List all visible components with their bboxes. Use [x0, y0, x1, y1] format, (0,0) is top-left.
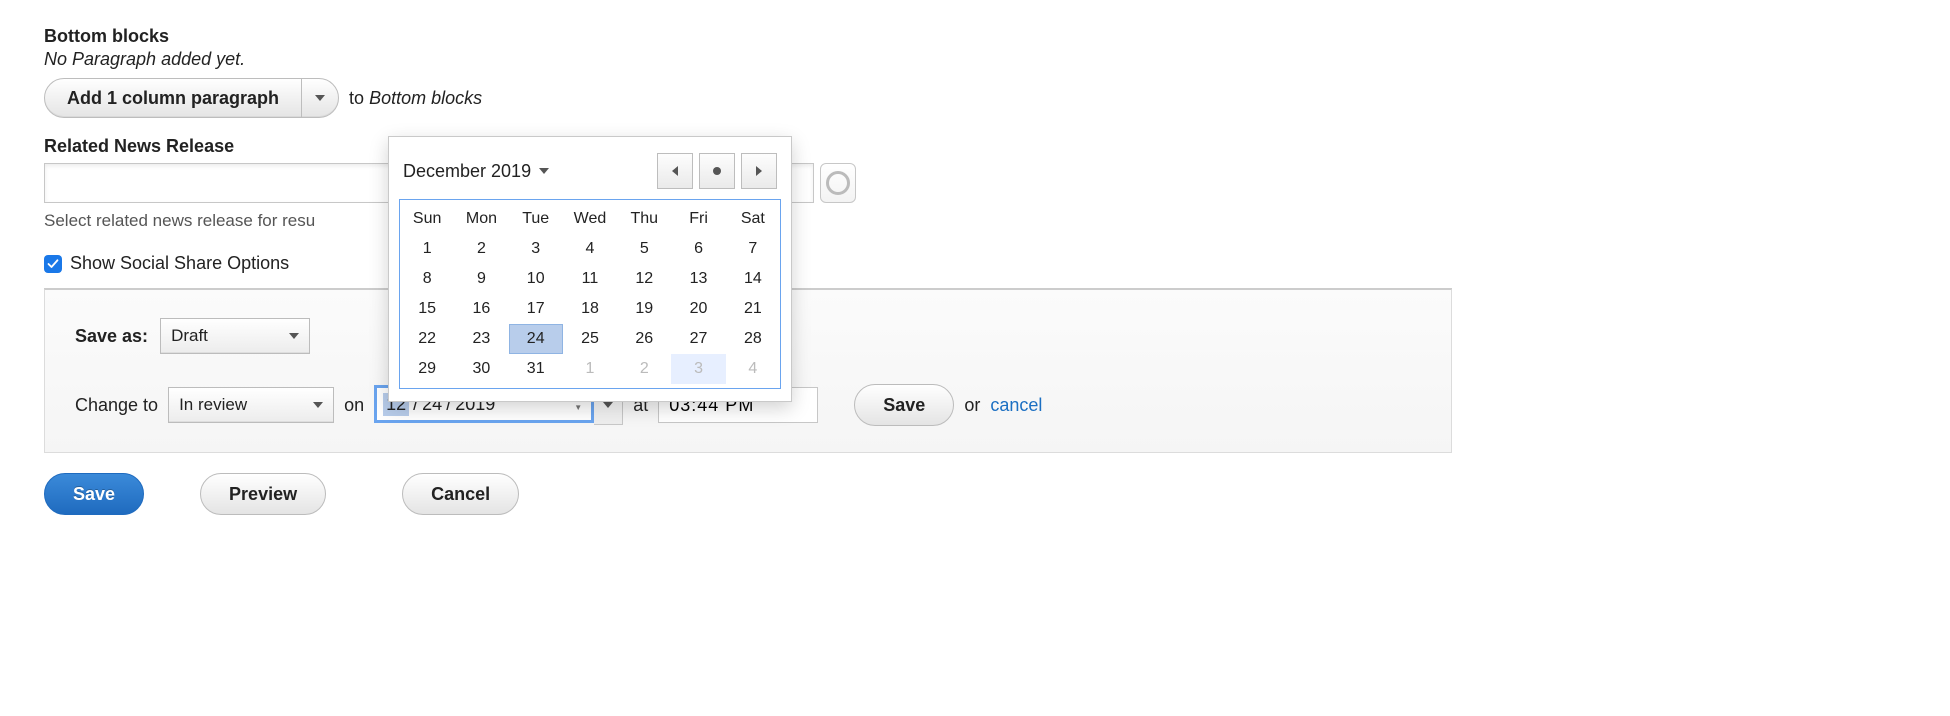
- datepicker-day-cell[interactable]: 4: [563, 234, 617, 264]
- datepicker-weekday-header: Fri: [671, 204, 725, 234]
- add-paragraph-button[interactable]: Add 1 column paragraph: [45, 79, 302, 117]
- datepicker-day-cell[interactable]: 20: [671, 294, 725, 324]
- related-news-release-help: Select related news release for resu: [44, 211, 1950, 231]
- datepicker-day-cell[interactable]: 31: [509, 354, 563, 384]
- datepicker-weekday-header: Wed: [563, 204, 617, 234]
- datepicker-day-cell[interactable]: 15: [400, 294, 454, 324]
- chevron-right-icon: [756, 166, 762, 176]
- save-as-value: Draft: [171, 326, 208, 346]
- datepicker-day-cell[interactable]: 18: [563, 294, 617, 324]
- datepicker-day-cell[interactable]: 1: [400, 234, 454, 264]
- caret-down-icon: [603, 402, 613, 408]
- datepicker-day-cell[interactable]: 30: [454, 354, 508, 384]
- datepicker-day-cell[interactable]: 14: [726, 264, 780, 294]
- datepicker-day-cell[interactable]: 4: [726, 354, 780, 384]
- datepicker-day-cell[interactable]: 28: [726, 324, 780, 354]
- datepicker-day-cell[interactable]: 2: [454, 234, 508, 264]
- datepicker-next-button[interactable]: [741, 153, 777, 189]
- add-paragraph-dropdown-toggle[interactable]: [302, 79, 338, 117]
- datepicker-day-cell[interactable]: 22: [400, 324, 454, 354]
- caret-down-icon: [539, 168, 549, 174]
- datepicker-day-cell[interactable]: 29: [400, 354, 454, 384]
- add-paragraph-split-button[interactable]: Add 1 column paragraph: [44, 78, 339, 118]
- datepicker-day-cell[interactable]: 24: [509, 324, 563, 354]
- datepicker-weekday-header: Mon: [454, 204, 508, 234]
- add-paragraph-target-text: to Bottom blocks: [349, 88, 482, 109]
- datepicker-day-cell[interactable]: 11: [563, 264, 617, 294]
- datepicker-day-cell[interactable]: 5: [617, 234, 671, 264]
- datepicker-weekday-header: Sun: [400, 204, 454, 234]
- bottom-blocks-empty-text: No Paragraph added yet.: [44, 49, 1950, 70]
- chevron-left-icon: [672, 166, 678, 176]
- datepicker-day-cell[interactable]: 12: [617, 264, 671, 294]
- caret-down-icon: [289, 333, 299, 339]
- datepicker-day-cell[interactable]: 3: [509, 234, 563, 264]
- change-to-select[interactable]: In review: [168, 387, 334, 423]
- datepicker-prev-button[interactable]: [657, 153, 693, 189]
- preview-button[interactable]: Preview: [200, 473, 326, 515]
- dot-icon: [713, 167, 721, 175]
- spinner-icon: [826, 171, 850, 195]
- cancel-button[interactable]: Cancel: [402, 473, 519, 515]
- save-button[interactable]: Save: [44, 473, 144, 515]
- datepicker-today-button[interactable]: [699, 153, 735, 189]
- checkmark-icon: [47, 258, 59, 270]
- datepicker-day-cell[interactable]: 1: [563, 354, 617, 384]
- datepicker-day-cell[interactable]: 8: [400, 264, 454, 294]
- on-label: on: [344, 395, 364, 416]
- schedule-cancel-link[interactable]: cancel: [990, 395, 1042, 416]
- bottom-blocks-heading: Bottom blocks: [44, 26, 1950, 47]
- datepicker-day-cell[interactable]: 19: [617, 294, 671, 324]
- schedule-save-button[interactable]: Save: [854, 384, 954, 426]
- related-news-release-heading: Related News Release: [44, 136, 1950, 157]
- datepicker-day-cell[interactable]: 27: [671, 324, 725, 354]
- datepicker-day-cell[interactable]: 9: [454, 264, 508, 294]
- caret-down-icon: [313, 402, 323, 408]
- datepicker-title: December 2019: [403, 161, 531, 182]
- datepicker-day-cell[interactable]: 26: [617, 324, 671, 354]
- datepicker-day-cell[interactable]: 16: [454, 294, 508, 324]
- datepicker-day-cell[interactable]: 21: [726, 294, 780, 324]
- datepicker-day-cell[interactable]: 17: [509, 294, 563, 324]
- datepicker-day-cell[interactable]: 2: [617, 354, 671, 384]
- datepicker-popup: December 2019 SunMonTueWedThuFriSat 1234…: [388, 136, 792, 402]
- datepicker-day-cell[interactable]: 10: [509, 264, 563, 294]
- save-as-select[interactable]: Draft: [160, 318, 310, 354]
- datepicker-day-cell[interactable]: 25: [563, 324, 617, 354]
- or-label: or: [964, 395, 980, 416]
- datepicker-weekday-header: Sat: [726, 204, 780, 234]
- datepicker-day-cell[interactable]: 23: [454, 324, 508, 354]
- datepicker-day-cell[interactable]: 13: [671, 264, 725, 294]
- save-as-label: Save as:: [75, 326, 148, 347]
- datepicker-grid: SunMonTueWedThuFriSat 123456789101112131…: [400, 204, 780, 384]
- datepicker-day-cell[interactable]: 3: [671, 354, 725, 384]
- change-to-value: In review: [179, 395, 247, 415]
- datepicker-weekday-header: Thu: [617, 204, 671, 234]
- related-news-release-loading-icon: [820, 163, 856, 203]
- caret-down-icon: [315, 95, 325, 101]
- datepicker-day-cell[interactable]: 7: [726, 234, 780, 264]
- datepicker-weekday-header: Tue: [509, 204, 563, 234]
- show-social-share-checkbox[interactable]: [44, 255, 62, 273]
- show-social-share-label: Show Social Share Options: [70, 253, 289, 274]
- datepicker-month-select[interactable]: December 2019: [403, 161, 549, 182]
- change-to-label: Change to: [75, 395, 158, 416]
- datepicker-day-cell[interactable]: 6: [671, 234, 725, 264]
